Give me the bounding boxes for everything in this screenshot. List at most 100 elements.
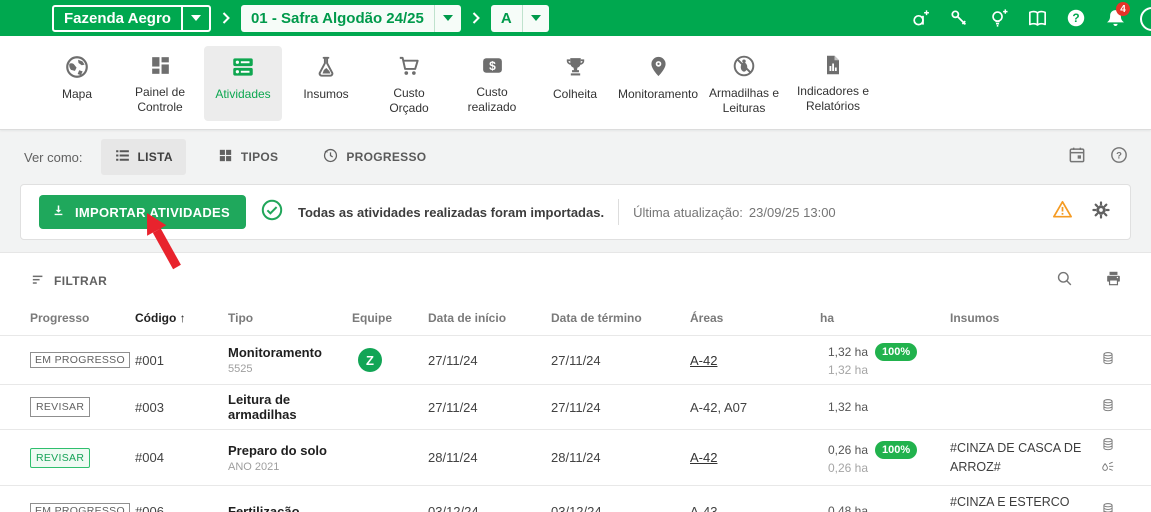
row-start-date: 27/11/24 xyxy=(428,400,551,415)
row-areas-link[interactable]: A-42 xyxy=(690,450,790,465)
inputs-stack-icon[interactable] xyxy=(1101,437,1115,456)
status-badge: REVISAR xyxy=(30,397,90,417)
nav-item-mapa[interactable]: Mapa xyxy=(38,46,116,121)
spray-icon[interactable] xyxy=(1101,459,1115,478)
bell-icon[interactable]: 4 xyxy=(1103,6,1127,30)
view-as-label: Ver como: xyxy=(24,150,83,165)
flask-icon xyxy=(313,53,339,80)
row-end-date: 03/12/24 xyxy=(551,504,690,512)
chevron-down-icon[interactable] xyxy=(181,7,209,30)
chevron-down-icon[interactable] xyxy=(434,5,461,32)
tab-lista[interactable]: LISTA xyxy=(101,139,186,175)
field-selector-value: A xyxy=(491,5,522,32)
main-nav: Mapa Painel de Controle Atividades Insum… xyxy=(0,36,1151,130)
nav-item-custo-realizado[interactable]: $ Custo realizado xyxy=(453,46,531,121)
nav-item-colheita[interactable]: Colheita xyxy=(536,46,614,121)
last-update-value: 23/09/25 13:00 xyxy=(749,205,836,220)
tab-label: LISTA xyxy=(138,150,173,164)
aegro-plus-icon[interactable] xyxy=(908,6,932,30)
tab-progresso[interactable]: PROGRESSO xyxy=(309,139,439,175)
svg-text:?: ? xyxy=(1072,11,1079,25)
row-code: #001 xyxy=(135,353,228,368)
row-end-date: 27/11/24 xyxy=(551,353,690,368)
table-row[interactable]: EM PROGRESSO #006 Fertilização 03/12/24 … xyxy=(0,485,1151,512)
row-ha: 0,26 ha xyxy=(790,443,868,457)
nav-item-custo-orcado[interactable]: Custo Orçado xyxy=(370,46,448,121)
col-header-areas[interactable]: Áreas xyxy=(690,311,790,325)
season-selector[interactable]: 01 - Safra Algodão 24/25 xyxy=(241,5,461,32)
progress-badge: 100% xyxy=(875,441,917,459)
col-header-ha[interactable]: ha xyxy=(790,311,920,325)
col-header-progresso[interactable]: Progresso xyxy=(30,311,135,325)
nav-label: Indicadores e Relatórios xyxy=(794,84,872,114)
team-avatar[interactable]: Z xyxy=(358,348,382,372)
help-icon[interactable]: ? xyxy=(1064,6,1088,30)
filter-label: FILTRAR xyxy=(54,274,107,288)
key-icon[interactable] xyxy=(947,6,971,30)
col-header-tipo[interactable]: Tipo xyxy=(228,311,352,325)
col-header-insumos[interactable]: Insumos xyxy=(920,311,1085,325)
row-start-date: 03/12/24 xyxy=(428,504,551,512)
col-header-data-inicio[interactable]: Data de início xyxy=(428,311,551,325)
import-button-label: IMPORTAR ATIVIDADES xyxy=(75,205,230,220)
tab-label: TIPOS xyxy=(241,150,279,164)
nav-item-painel-de-controle[interactable]: Painel de Controle xyxy=(121,46,199,121)
status-badge: EM PROGRESSO xyxy=(30,503,130,512)
farm-selector-value: Fazenda Aegro xyxy=(54,7,181,30)
divider xyxy=(618,199,619,225)
pin-icon xyxy=(646,53,671,80)
calendar-icon[interactable] xyxy=(1067,145,1087,170)
gear-icon[interactable] xyxy=(1090,199,1112,226)
row-type: Leitura de armadilhas xyxy=(228,392,352,422)
row-code: #004 xyxy=(135,450,228,465)
avatar[interactable] xyxy=(1140,7,1151,31)
table-row[interactable]: EM PROGRESSO #001 Monitoramento5525 Z 27… xyxy=(0,335,1151,384)
col-header-equipe[interactable]: Equipe xyxy=(352,311,428,325)
nav-item-atividades[interactable]: Atividades xyxy=(204,46,282,121)
row-areas-link[interactable]: A-42 xyxy=(690,353,790,368)
help-outline-icon[interactable]: ? xyxy=(1109,145,1129,170)
filter-icon xyxy=(30,271,47,291)
inputs-stack-icon[interactable] xyxy=(1101,502,1115,512)
row-areas: A-42, A07 xyxy=(690,400,790,415)
table-header-row: Progresso Código ↑ Tipo Equipe Data de i… xyxy=(0,297,1151,335)
row-ha: 1,32 ha xyxy=(790,400,868,414)
table-row[interactable]: REVISAR #003 Leitura de armadilhas 27/11… xyxy=(0,384,1151,429)
farm-selector[interactable]: Fazenda Aegro xyxy=(52,5,211,32)
book-icon[interactable] xyxy=(1025,6,1049,30)
row-ha: 0,48 ha xyxy=(790,504,868,512)
row-start-date: 27/11/24 xyxy=(428,353,551,368)
warning-icon[interactable] xyxy=(1051,198,1074,226)
table-row[interactable]: REVISAR #004 Preparo do soloANO 2021 28/… xyxy=(0,429,1151,485)
row-type-sub: ANO 2021 xyxy=(228,461,352,473)
row-type: Preparo do solo xyxy=(228,443,352,458)
breadcrumb-separator-icon xyxy=(222,12,230,24)
nav-item-armadilhas-e-leituras[interactable]: Armadilhas e Leituras xyxy=(702,46,786,121)
svg-text:$: $ xyxy=(489,59,496,73)
inputs-stack-icon[interactable] xyxy=(1101,351,1115,370)
inputs-stack-icon[interactable] xyxy=(1101,398,1115,417)
row-end-date: 27/11/24 xyxy=(551,400,690,415)
globe-icon xyxy=(64,53,90,80)
row-inputs: #CINZA DE CASCA DE ARROZ# xyxy=(920,439,1085,475)
topbar-actions: ? 4 xyxy=(908,6,1127,30)
chevron-down-icon[interactable] xyxy=(522,5,549,32)
tab-tipos[interactable]: TIPOS xyxy=(204,139,292,175)
import-status-message: Todas as atividades realizadas foram imp… xyxy=(298,205,604,220)
import-activities-button[interactable]: IMPORTAR ATIVIDADES xyxy=(39,195,246,229)
col-header-data-termino[interactable]: Data de término xyxy=(551,311,690,325)
svg-text:?: ? xyxy=(1116,150,1122,161)
nav-item-monitoramento[interactable]: Monitoramento xyxy=(619,46,697,121)
nav-item-insumos[interactable]: Insumos xyxy=(287,46,365,121)
field-selector[interactable]: A xyxy=(491,5,549,32)
lightbulb-plus-icon[interactable] xyxy=(986,6,1010,30)
breadcrumb: Fazenda Aegro 01 - Safra Algodão 24/25 A xyxy=(52,5,549,32)
row-end-date: 28/11/24 xyxy=(551,450,690,465)
print-icon[interactable] xyxy=(1104,269,1123,293)
col-header-codigo[interactable]: Código ↑ xyxy=(135,311,228,325)
nav-item-indicadores-e-relatorios[interactable]: Indicadores e Relatórios xyxy=(791,46,875,121)
search-icon[interactable] xyxy=(1055,269,1074,293)
money-icon: $ xyxy=(480,53,505,78)
filter-button[interactable]: FILTRAR xyxy=(30,271,107,291)
row-inputs: #CINZA E ESTERCO BOVINO# xyxy=(920,493,1085,512)
